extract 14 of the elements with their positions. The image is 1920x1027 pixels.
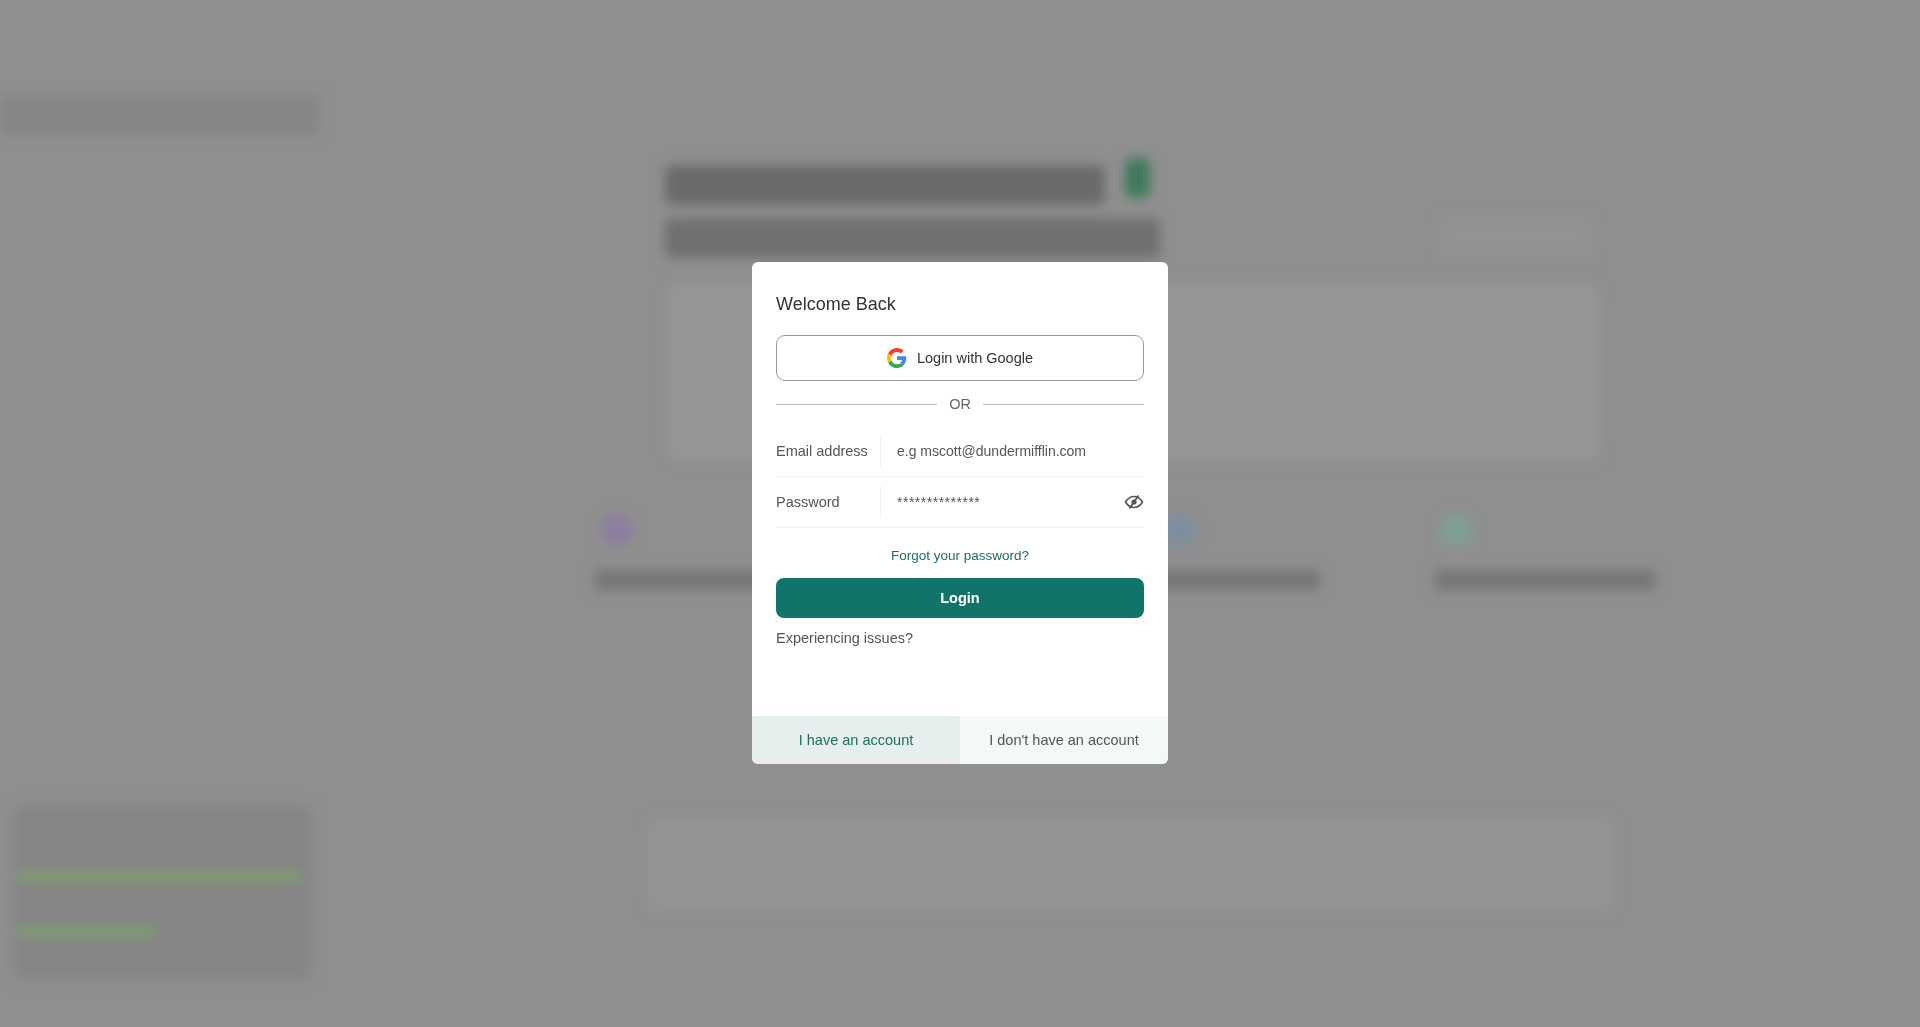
google-login-button[interactable]: Login with Google bbox=[776, 335, 1144, 381]
or-divider-label: OR bbox=[949, 396, 971, 412]
field-label: Password bbox=[776, 486, 881, 518]
experiencing-issues-link[interactable]: Experiencing issues? bbox=[776, 630, 914, 646]
password-field[interactable]: ************** bbox=[897, 494, 1124, 510]
eye-slash-icon[interactable] bbox=[1124, 494, 1144, 510]
login-button[interactable]: Login bbox=[776, 578, 1144, 618]
account-tab[interactable]: I don't have an account bbox=[960, 716, 1168, 764]
google-logo-icon bbox=[886, 348, 907, 368]
forgot-password-link[interactable]: Forgot your password? bbox=[890, 548, 1030, 563]
dialog-title: Welcome Back bbox=[776, 294, 897, 315]
email-field[interactable]: e.g mscott@dundermifflin.com bbox=[897, 443, 1144, 459]
field-label: Email address bbox=[776, 435, 881, 467]
account-tab[interactable]: I have an account bbox=[752, 716, 960, 764]
